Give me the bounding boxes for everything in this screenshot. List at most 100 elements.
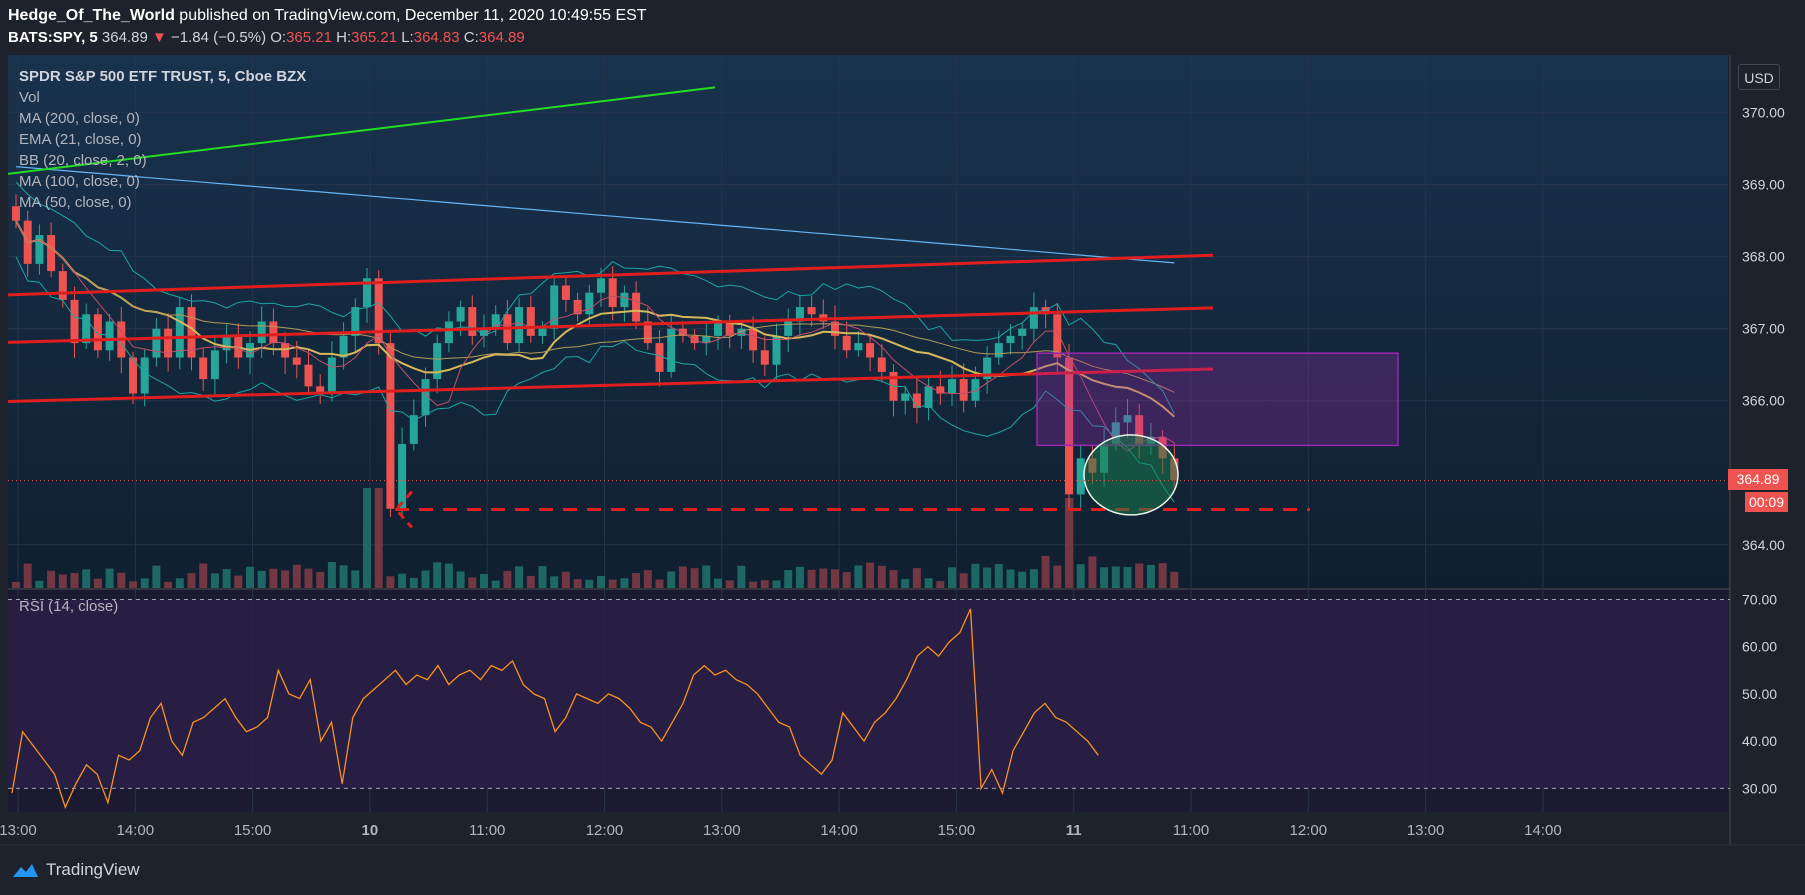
candle-body xyxy=(948,379,956,394)
volume-bar xyxy=(1065,498,1073,588)
volume-bar xyxy=(1135,563,1144,588)
volume-bar xyxy=(725,580,734,588)
candle-body xyxy=(538,328,547,336)
volume-bar xyxy=(854,565,863,588)
volume-bar xyxy=(831,569,839,588)
legend-item-ma200[interactable]: MA (200, close, 0) xyxy=(19,108,306,129)
close-value: 364.89 xyxy=(478,29,525,46)
volume-bar xyxy=(199,563,208,588)
volume-bar xyxy=(363,488,371,588)
candle-body xyxy=(597,278,605,293)
candle-body xyxy=(47,235,56,272)
author-name[interactable]: Hedge_Of_The_World xyxy=(8,7,175,24)
volume-bar xyxy=(468,577,477,588)
rsi-tick-label: 60.00 xyxy=(1742,639,1777,655)
open-value: 365.21 xyxy=(286,29,332,46)
candle-body xyxy=(93,314,102,351)
change-arrow: ▼ xyxy=(151,29,167,46)
volume-bar xyxy=(23,563,32,588)
symbol: BATS:SPY, 5 xyxy=(8,29,98,46)
last-price: 364.89 xyxy=(101,29,148,46)
volume-bar xyxy=(912,568,921,588)
volume-bar xyxy=(480,573,488,588)
volume-bar xyxy=(491,580,500,588)
candle-body xyxy=(70,299,79,344)
x-tick-label: 13:00 xyxy=(0,822,37,839)
candle-body xyxy=(526,307,535,336)
volume-bar xyxy=(1123,566,1132,588)
candle-body xyxy=(105,321,114,351)
volume-bar xyxy=(655,579,664,588)
candle-body xyxy=(281,343,290,358)
published-text: published on TradingView.com, December 1… xyxy=(179,7,647,24)
volume-bar xyxy=(760,580,769,588)
currency-button[interactable]: USD xyxy=(1738,64,1780,90)
volume-bar xyxy=(1076,564,1085,588)
x-tick-label: 12:00 xyxy=(1290,822,1328,839)
volume-bar xyxy=(234,575,243,588)
x-tick-label: 15:00 xyxy=(234,822,272,839)
volume-bar xyxy=(784,570,793,588)
volume-bar xyxy=(58,574,67,588)
volume-bar xyxy=(386,576,395,588)
volume-bar xyxy=(877,565,886,588)
rsi-legend[interactable]: RSI (14, close) xyxy=(19,598,118,615)
legend-item-bb[interactable]: BB (20, close, 2, 0) xyxy=(19,150,306,171)
candle-body xyxy=(655,343,664,372)
volume-bar xyxy=(175,578,184,588)
candle-body xyxy=(994,343,1003,358)
legend-item-vol[interactable]: Vol xyxy=(19,87,306,108)
candle-body xyxy=(398,443,407,509)
footer-bg xyxy=(0,845,1805,895)
volume-bar xyxy=(187,573,196,588)
volume-bar xyxy=(550,576,559,588)
candle-body xyxy=(608,278,617,308)
candle-body xyxy=(561,285,570,300)
candle-body xyxy=(210,350,219,380)
volume-bar xyxy=(901,578,910,588)
candle-body xyxy=(140,357,149,394)
y-tick-label: 367.00 xyxy=(1742,321,1785,337)
volume-bar xyxy=(503,571,512,588)
candle-body xyxy=(632,292,641,322)
volume-bar xyxy=(749,581,758,588)
volume-bar xyxy=(714,578,722,588)
volume-bar xyxy=(257,570,266,588)
volume-bar xyxy=(105,568,114,588)
tradingview-logo[interactable]: TradingView xyxy=(10,860,140,880)
volume-bar xyxy=(1029,569,1038,588)
volume-bar xyxy=(281,570,290,588)
volume-bar xyxy=(327,562,336,588)
volume-bar xyxy=(129,581,137,588)
volume-bar xyxy=(47,570,56,588)
volume-bar xyxy=(585,579,594,588)
candle-body xyxy=(456,307,465,322)
x-tick-label: 11:00 xyxy=(1173,822,1209,839)
volume-bar xyxy=(1170,571,1179,588)
ohlc-header: BATS:SPY, 5 364.89 ▼ −1.84 (−0.5%) O:365… xyxy=(8,29,525,46)
volume-bar xyxy=(667,571,676,588)
candle-body xyxy=(515,307,524,344)
volume-bar xyxy=(304,568,313,588)
y-tick-label: 364.00 xyxy=(1742,537,1785,553)
volume-bar xyxy=(269,568,278,588)
volume-bar xyxy=(632,573,641,588)
candle-body xyxy=(433,343,442,380)
rsi-tick-label: 70.00 xyxy=(1742,591,1777,607)
bar-timer-tag: 00:09 xyxy=(1745,492,1788,512)
volume-bar xyxy=(971,563,980,588)
candle-body xyxy=(585,292,594,315)
volume-bar xyxy=(1053,565,1062,588)
candle-body xyxy=(1018,328,1027,336)
volume-bar xyxy=(643,570,652,588)
volume-bar xyxy=(1041,555,1050,588)
volume-bar xyxy=(924,578,933,588)
x-tick-label: 14:00 xyxy=(820,822,858,839)
last-price-tag: 364.89 xyxy=(1728,469,1788,490)
volume-bar xyxy=(70,572,79,588)
legend-item-ema21[interactable]: EMA (21, close, 0) xyxy=(19,129,306,150)
legend-item-ma50[interactable]: MA (50, close, 0) xyxy=(19,192,306,213)
legend-item-ma100[interactable]: MA (100, close, 0) xyxy=(19,171,306,192)
candle-body xyxy=(304,364,313,387)
high-value: 365.21 xyxy=(351,29,398,46)
